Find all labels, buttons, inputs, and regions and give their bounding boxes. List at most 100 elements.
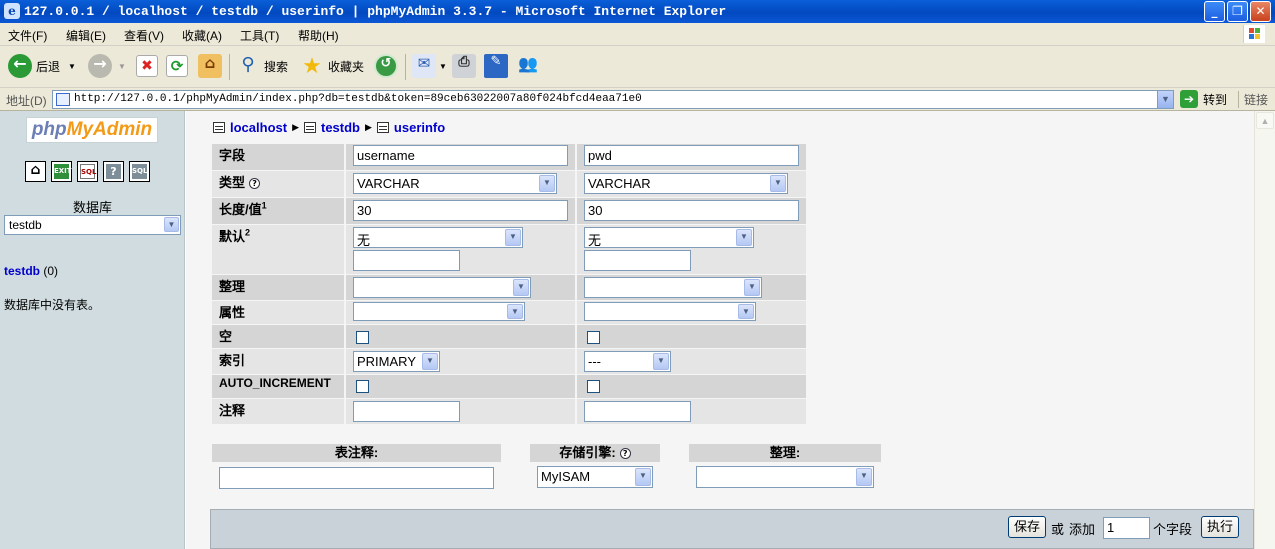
field-null-checkbox[interactable] [356,331,369,344]
scroll-up-icon[interactable]: ▲ [1256,112,1274,129]
storage-engine-select[interactable]: MyISAM ▼ [537,466,653,488]
field-type-select[interactable]: VARCHAR ▼ [353,173,557,194]
search-icon: ⚲ [241,54,255,75]
row-field-index: 索引 PRIMARY ▼ --- ▼ [212,349,806,374]
field-default-value-input[interactable] [584,250,691,271]
field-default-value-input[interactable] [353,250,460,271]
messenger-button[interactable]: 👥 [516,52,540,80]
field-null-checkbox[interactable] [587,331,600,344]
back-label: 后退 [36,59,61,74]
links-button[interactable]: 链接 [1238,91,1268,108]
row-field-type: 类型? VARCHAR ▼ VARCHAR ▼ [212,171,806,197]
help-docs-icon[interactable]: ? [103,161,124,182]
breadcrumb: localhost ▶ testdb ▶ userinfo [213,120,445,135]
field-default-select[interactable]: 无 ▼ [353,227,523,248]
field-name-input[interactable]: pwd [584,145,799,166]
ie-icon: e [4,3,20,19]
refresh-button[interactable]: ⟳ [166,52,188,80]
field-collation-select[interactable]: ▼ [584,277,762,298]
menu-file[interactable]: 文件(F) [8,27,47,44]
field-comment-input[interactable] [353,401,460,422]
database-icon [304,122,316,133]
label-field-auto-increment: AUTO_INCREMENT [212,375,344,398]
chevron-down-icon: ▼ [653,353,669,370]
stop-button[interactable]: ✖ [136,52,158,80]
sql-docs-icon[interactable]: SQL [129,161,150,182]
breadcrumb-server[interactable]: localhost [230,120,287,135]
row-field-default: 默认2 无 ▼ 无 ▼ [212,225,806,274]
history-icon: ↺ [374,54,398,78]
field-auto-increment-checkbox[interactable] [356,380,369,393]
messenger-icon: 👥 [518,54,538,73]
field-index-select[interactable]: --- ▼ [584,351,671,372]
row-field-null: 空 [212,325,806,348]
add-fields-count-input[interactable]: 1 [1103,517,1150,539]
breadcrumb-database[interactable]: testdb [321,120,360,135]
back-button[interactable]: ← 后退 ▼ [8,52,76,80]
menu-favorites[interactable]: 收藏(A) [182,27,222,44]
field-default-select[interactable]: 无 ▼ [584,227,754,248]
forward-button[interactable]: → ▼ [88,52,126,80]
label-field-comment: 注释 [212,399,344,424]
exit-icon[interactable]: EXIT [51,161,72,182]
row-field-attributes: 属性 ▼ ▼ [212,301,806,324]
maximize-button[interactable]: ❐ [1227,1,1248,22]
table-icon [376,122,389,133]
action-bar: 保存 或 添加 1 个字段 执行 [210,509,1254,549]
go-button[interactable]: ➔ 转到 [1180,90,1227,108]
or-text: 或 [1051,522,1065,537]
edit-button[interactable]: ✎ [484,52,508,80]
history-button[interactable]: ↺ [374,52,398,80]
home-icon[interactable]: ⌂ [25,161,46,182]
field-attribute-select[interactable]: ▼ [353,302,525,321]
field-comment-input[interactable] [584,401,691,422]
save-button[interactable]: 保存 [1008,516,1046,538]
chevron-down-icon: ▼ [422,353,438,370]
address-input[interactable]: http://127.0.0.1/phpMyAdmin/index.php?db… [52,90,1174,109]
field-collation-select[interactable]: ▼ [353,277,531,298]
vertical-scrollbar[interactable]: ▲ [1254,111,1275,549]
search-button[interactable]: ⚲ 搜索 [236,52,288,80]
field-attribute-select[interactable]: ▼ [584,302,756,321]
database-link[interactable]: testdb (0) [4,264,58,278]
left-nav-frame: phpMyAdmin ⌂ EXIT SQL ? SQL 数据库 testdb ▼… [0,111,185,549]
help-icon[interactable]: ? [619,448,631,459]
table-collation-select[interactable]: ▼ [696,466,874,488]
phpmyadmin-logo[interactable]: phpMyAdmin [26,117,158,143]
row-field-collation: 整理 ▼ ▼ [212,275,806,300]
minimize-button[interactable]: _ [1204,1,1225,22]
mail-button[interactable]: ✉ ▼ [412,52,447,80]
chevron-down-icon: ▼ [164,217,179,232]
print-button[interactable]: ⎙ [452,52,476,80]
address-dropdown-icon[interactable]: ▼ [1157,91,1173,108]
field-type-select[interactable]: VARCHAR ▼ [584,173,788,194]
breadcrumb-table[interactable]: userinfo [394,120,445,135]
field-auto-increment-checkbox[interactable] [587,380,600,393]
close-button[interactable]: ✕ [1250,1,1271,22]
favorites-button[interactable]: ★ 收藏夹 [300,52,364,80]
window-title-bar: e 127.0.0.1 / localhost / testdb / useri… [0,0,1275,23]
row-field-comment: 注释 [212,399,806,424]
help-icon[interactable]: ? [249,178,261,189]
refresh-icon: ⟳ [166,55,188,77]
menu-edit[interactable]: 编辑(E) [66,27,106,44]
field-name-input[interactable]: username [353,145,568,166]
label-field-name: 字段 [212,144,344,170]
field-index-select[interactable]: PRIMARY ▼ [353,351,440,372]
field-length-input[interactable]: 30 [584,200,799,221]
database-select[interactable]: testdb ▼ [4,215,181,235]
menu-tools[interactable]: 工具(T) [240,27,279,44]
menu-help[interactable]: 帮助(H) [298,27,339,44]
sql-query-icon[interactable]: SQL [77,161,98,182]
label-field-null: 空 [212,325,344,348]
menu-view[interactable]: 查看(V) [124,27,164,44]
home-button[interactable]: ⌂ [198,52,222,80]
go-arrow-icon: ➔ [1180,90,1198,108]
execute-button[interactable]: 执行 [1201,516,1239,538]
favorites-star-icon: ★ [302,54,322,79]
table-comment-input[interactable] [219,467,494,489]
table-comment-header: 表注释: [212,444,501,462]
database-select-value: testdb [9,218,42,232]
field-length-input[interactable]: 30 [353,200,568,221]
chevron-down-icon: ▼ [507,304,523,319]
